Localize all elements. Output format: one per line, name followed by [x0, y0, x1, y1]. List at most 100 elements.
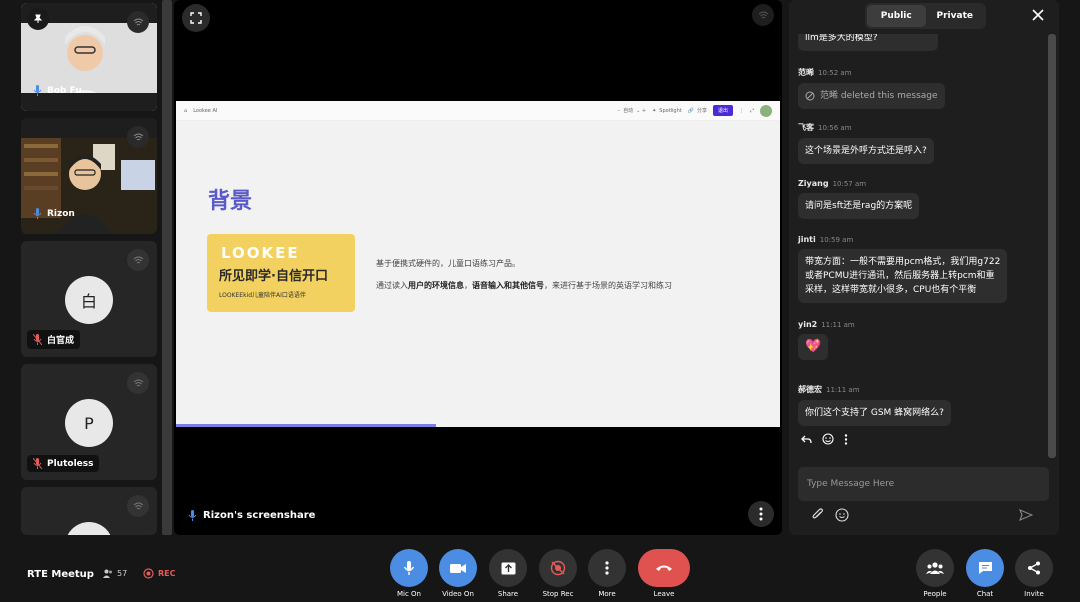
logo-subtitle: LOOKEEkid儿童陪伴AI口语语伴 — [219, 292, 306, 299]
chat-message: jinti 10:59 am 带宽方面：一般不需要用pcm格式，我们用g722 或… — [798, 235, 1008, 303]
chat-button[interactable]: Chat — [966, 549, 1004, 598]
screenshare-stage: ⌂ Lookee AI – 自动 ⌄ + ✦ Spotlight 🔗 分享 退出… — [174, 0, 782, 535]
emoji-icon[interactable] — [835, 508, 849, 522]
mic-icon — [403, 561, 415, 575]
message-bubble: 这个场景是外呼方式还是呼入? — [798, 138, 934, 164]
chat-tabs: Public Private — [865, 3, 986, 29]
chat-message: yin2 11:11 am 💖 — [798, 320, 855, 360]
shared-slide: ⌂ Lookee AI – 自动 ⌄ + ✦ Spotlight 🔗 分享 退出… — [176, 101, 780, 427]
logo-brand: LOOKEE — [221, 244, 300, 262]
video-button[interactable]: Video On — [439, 549, 477, 598]
home-icon: ⌂ — [184, 107, 188, 114]
participant-tile-partial[interactable] — [21, 487, 157, 535]
recording-badge: REC — [143, 568, 176, 579]
message-time: 10:57 am — [832, 180, 867, 188]
message-time: 11:11 am — [826, 386, 860, 394]
logo-slogan: 所见即学·自信开口 — [219, 269, 328, 284]
participant-tile-plutoless[interactable]: P Plutoless — [21, 364, 157, 480]
chat-panel: Public Private llm是多大的模型? 范晞 10:52 am 范晞 … — [789, 0, 1059, 535]
network-icon — [127, 11, 149, 33]
tab-public[interactable]: Public — [867, 5, 926, 27]
more-icon[interactable] — [844, 433, 848, 445]
participant-name-bar: Bob Fu — [27, 82, 88, 99]
chat-message: 飞客 10:56 am 这个场景是外呼方式还是呼入? — [798, 122, 934, 164]
send-icon[interactable] — [1019, 508, 1033, 522]
mic-off-icon — [33, 458, 42, 469]
network-icon — [752, 4, 774, 26]
exit-button: 退出 — [712, 105, 733, 116]
message-sender: 范晞 — [798, 68, 814, 77]
people-icon — [103, 569, 112, 578]
chat-message-list: llm是多大的模型? 范晞 10:52 am 范晞 deleted this me… — [789, 34, 1045, 462]
participant-tile-bob-fu[interactable]: Bob Fu — [21, 3, 157, 111]
people-button[interactable]: People — [916, 549, 954, 598]
network-icon — [127, 372, 149, 394]
participant-name-bar: Rizon — [27, 205, 81, 222]
record-icon — [143, 568, 154, 579]
slide-progress-bar — [176, 424, 436, 427]
avatar — [760, 104, 772, 117]
message-actions — [801, 433, 848, 445]
share-button[interactable]: Share — [489, 549, 527, 598]
chat-tools — [811, 508, 849, 522]
message-sender: 飞客 — [798, 123, 814, 132]
zoom-select: – 自动 ⌄ + — [617, 107, 647, 115]
participant-tile-rizon[interactable]: Rizon — [21, 118, 157, 234]
screenshare-caption: Rizon's screenshare — [188, 510, 315, 521]
participant-name: Bob Fu — [47, 85, 82, 96]
message-bubble-deleted: 范晞 deleted this message — [798, 83, 945, 109]
tab-private[interactable]: Private — [926, 5, 985, 27]
mic-on-icon — [33, 85, 42, 96]
message-sender: jinti — [798, 235, 816, 244]
stop-record-icon — [550, 560, 566, 576]
more-icon: ⋮ — [738, 107, 744, 114]
reply-icon[interactable] — [801, 435, 812, 444]
fullscreen-icon[interactable] — [182, 4, 210, 32]
blocked-icon — [805, 91, 815, 101]
participants-scrollbar[interactable] — [162, 0, 172, 535]
network-icon — [127, 126, 149, 148]
avatar — [65, 522, 113, 535]
more-options-icon[interactable] — [748, 501, 774, 527]
message-sender: yin2 — [798, 320, 818, 329]
message-bubble: 你们这个支持了 GSM 蜂窝网络么? — [798, 400, 951, 426]
network-icon — [127, 249, 149, 271]
video-camera-icon — [450, 563, 466, 573]
slide-text-line-1: 基于便携式硬件的，儿童口语练习产品。 — [376, 259, 520, 268]
chat-message: Ziyang 10:57 am 请问是sft还是rag的方案呢 — [798, 179, 920, 219]
pin-icon[interactable] — [27, 8, 49, 30]
chat-message: llm是多大的模型? — [798, 34, 938, 51]
slide-toolbar: ⌂ Lookee AI – 自动 ⌄ + ✦ Spotlight 🔗 分享 退出… — [176, 101, 780, 121]
bottom-toolbar: RTE Meetup 57 REC Mic On Video On Share … — [0, 540, 1080, 602]
stop-rec-button[interactable]: Stop Rec — [539, 549, 577, 598]
hang-up-icon — [656, 565, 672, 571]
message-input[interactable] — [798, 467, 1049, 501]
leave-button[interactable]: Leave — [638, 549, 690, 598]
close-icon[interactable] — [1031, 8, 1045, 22]
chat-scrollbar[interactable] — [1048, 34, 1056, 458]
slide-text-line-2: 通过读入用户的环境信息，语音输入和其他信号，来进行基于场景的英语学习和练习 — [376, 281, 672, 290]
message-bubble: llm是多大的模型? — [798, 34, 938, 51]
attachment-icon[interactable] — [811, 508, 825, 522]
message-bubble-emoji: 💖 — [798, 334, 829, 360]
slide-title: 背景 — [208, 189, 253, 214]
mic-button[interactable]: Mic On — [390, 549, 428, 598]
message-bubble: 带宽方面：一般不需要用pcm格式，我们用g722 或者PCMU进行通讯，然后服务… — [798, 249, 1008, 303]
message-time: 10:59 am — [819, 236, 854, 244]
spotlight-button: ✦ Spotlight — [652, 107, 682, 114]
lookee-logo: LOOKEE 所见即学·自信开口 LOOKEEkid儿童陪伴AI口语语伴 — [207, 234, 355, 312]
participant-name: Plutoless — [47, 458, 94, 469]
share-icon — [1028, 561, 1040, 575]
network-icon — [127, 495, 149, 517]
invite-button[interactable]: Invite — [1015, 549, 1053, 598]
participant-tile-bai[interactable]: 白 白官成 — [21, 241, 157, 357]
participant-name: 白官成 — [47, 336, 75, 346]
emoji-react-icon[interactable] — [822, 433, 834, 445]
participant-name: Rizon — [47, 208, 75, 219]
meeting-name: RTE Meetup — [27, 569, 94, 580]
share-link-button: 🔗 分享 — [687, 107, 707, 115]
more-button[interactable]: More — [588, 549, 626, 598]
message-time: 10:56 am — [818, 124, 852, 132]
slide-breadcrumb: Lookee AI — [193, 107, 218, 114]
message-bubble: 请问是sft还是rag的方案呢 — [798, 193, 920, 219]
